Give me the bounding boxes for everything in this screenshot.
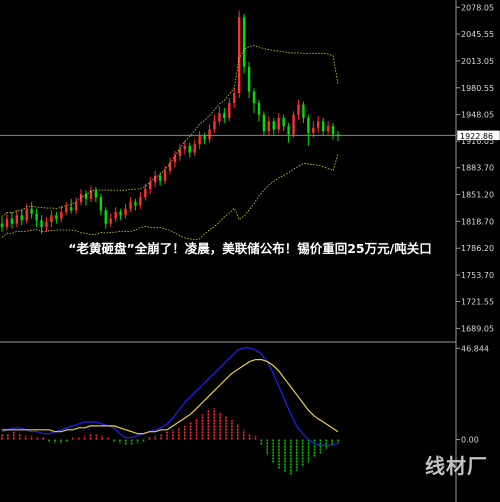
candle-body: [272, 121, 275, 130]
y-tick-label: 1689.05: [461, 324, 494, 333]
candle-body: [213, 121, 216, 130]
candle-body: [326, 126, 330, 132]
candle-body: [40, 220, 43, 227]
candle-body: [55, 215, 58, 219]
candle-body: [149, 182, 152, 189]
candle-body: [163, 170, 167, 181]
candle-body: [30, 208, 33, 214]
candle-body: [114, 212, 117, 219]
candle-body: [193, 144, 196, 153]
candle-body: [331, 126, 335, 135]
candle-body: [257, 103, 261, 115]
candle-body: [25, 208, 28, 221]
candle-body: [277, 117, 280, 130]
candle-body: [233, 93, 236, 104]
candle-body: [173, 155, 177, 163]
candle-body: [109, 218, 112, 224]
candle-body: [69, 207, 73, 211]
candle-body: [50, 215, 53, 222]
candle-body: [188, 145, 191, 153]
candle-body: [208, 129, 211, 140]
candle-body: [307, 117, 310, 133]
candle-body: [144, 188, 147, 198]
candle-body: [35, 213, 38, 221]
y-tick-label: 1721.55: [461, 298, 494, 307]
candle-body: [203, 136, 206, 140]
candle-body: [317, 121, 320, 128]
candle-body: [252, 91, 256, 104]
candle-body: [247, 66, 251, 92]
y-tick-label: 1948.05: [461, 111, 494, 120]
candle-body: [20, 215, 23, 221]
candle-body: [228, 103, 231, 118]
candle-body: [153, 175, 157, 183]
candle-body: [242, 17, 246, 67]
y-tick-label: 2078.05: [461, 3, 494, 12]
candle-body: [287, 126, 290, 135]
last-price-label: 1922.86: [460, 132, 493, 141]
candle-body: [218, 112, 221, 122]
candle-body: [74, 202, 78, 211]
candle-body: [267, 121, 271, 132]
candle-body: [282, 117, 285, 127]
headline-text: “老黄砸盘”全崩了！凌晨，美联储公布！锡价重回25万元/吨关口: [68, 241, 432, 256]
candle-body: [65, 207, 68, 213]
y-tick-label: 1851.20: [461, 191, 494, 200]
candle-body: [119, 212, 122, 216]
candle-body: [99, 197, 103, 211]
candle-body: [198, 136, 201, 145]
y-tick-label: 1883.70: [461, 164, 494, 173]
candle-body: [104, 210, 107, 224]
candle-body: [223, 112, 226, 118]
candle-body: [10, 218, 14, 224]
candle-body: [129, 202, 132, 209]
candle-body: [134, 202, 137, 206]
candle-body: [94, 190, 98, 198]
macd-tick-label: 0.00: [461, 436, 479, 445]
candle-body: [292, 114, 295, 135]
candle-body: [60, 212, 63, 219]
candle-body: [262, 114, 266, 132]
candle-body: [139, 197, 142, 206]
candle-body: [0, 223, 4, 227]
y-tick-label: 1753.70: [461, 271, 494, 280]
macd-tick-label: 46.844: [461, 344, 489, 353]
candle-body: [183, 145, 187, 150]
y-tick-label: 1980.55: [461, 84, 494, 93]
candle-body: [302, 104, 305, 118]
candle-body: [158, 175, 162, 181]
candle-body: [45, 221, 48, 227]
candle-body: [124, 208, 127, 216]
candle-body: [5, 218, 9, 227]
y-tick-label: 1818.70: [461, 217, 494, 226]
y-tick-label: 2013.05: [461, 57, 494, 66]
candle-body: [15, 215, 19, 224]
y-tick-label: 2045.55: [461, 30, 494, 39]
candle-body: [297, 104, 300, 115]
candle-body: [321, 121, 325, 132]
candle-body: [312, 127, 315, 133]
watermark-logo: 线材厂: [425, 454, 488, 478]
candle-body: [237, 17, 241, 94]
